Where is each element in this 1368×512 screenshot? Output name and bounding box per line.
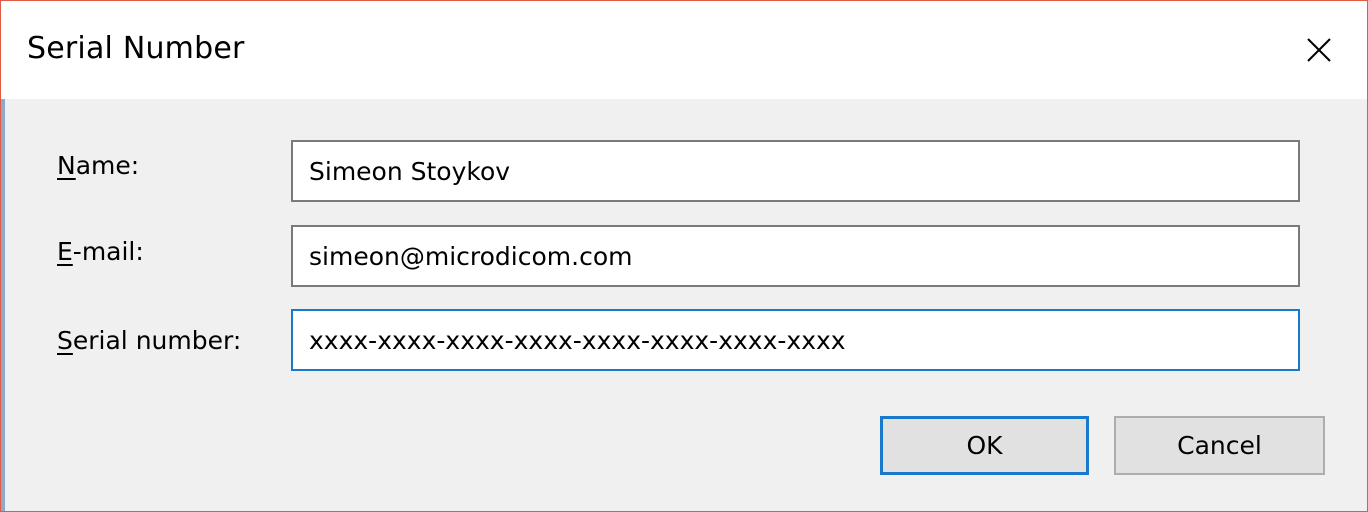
name-label-text: ame:	[75, 151, 140, 180]
email-label-text: -mail:	[72, 237, 144, 266]
ok-button[interactable]: OK	[880, 416, 1089, 475]
close-icon	[1307, 38, 1331, 62]
email-label: E-mail:	[57, 237, 144, 266]
name-input[interactable]	[291, 140, 1300, 202]
name-label: Name:	[57, 151, 139, 180]
serial-number-label-text: erial number:	[72, 326, 242, 355]
title-bar: Serial Number	[1, 1, 1367, 99]
serial-number-label-mnemonic: S	[57, 326, 73, 355]
serial-number-input[interactable]	[291, 309, 1300, 371]
name-label-mnemonic: N	[57, 151, 76, 180]
close-button[interactable]	[1271, 1, 1367, 99]
email-label-mnemonic: E	[57, 237, 73, 266]
serial-number-label: Serial number:	[57, 326, 241, 355]
dialog-title: Serial Number	[27, 31, 245, 66]
cancel-button[interactable]: Cancel	[1114, 416, 1325, 475]
serial-number-dialog: Serial Number Name: E-mail: Serial numbe…	[0, 0, 1368, 512]
email-input[interactable]	[291, 225, 1300, 287]
